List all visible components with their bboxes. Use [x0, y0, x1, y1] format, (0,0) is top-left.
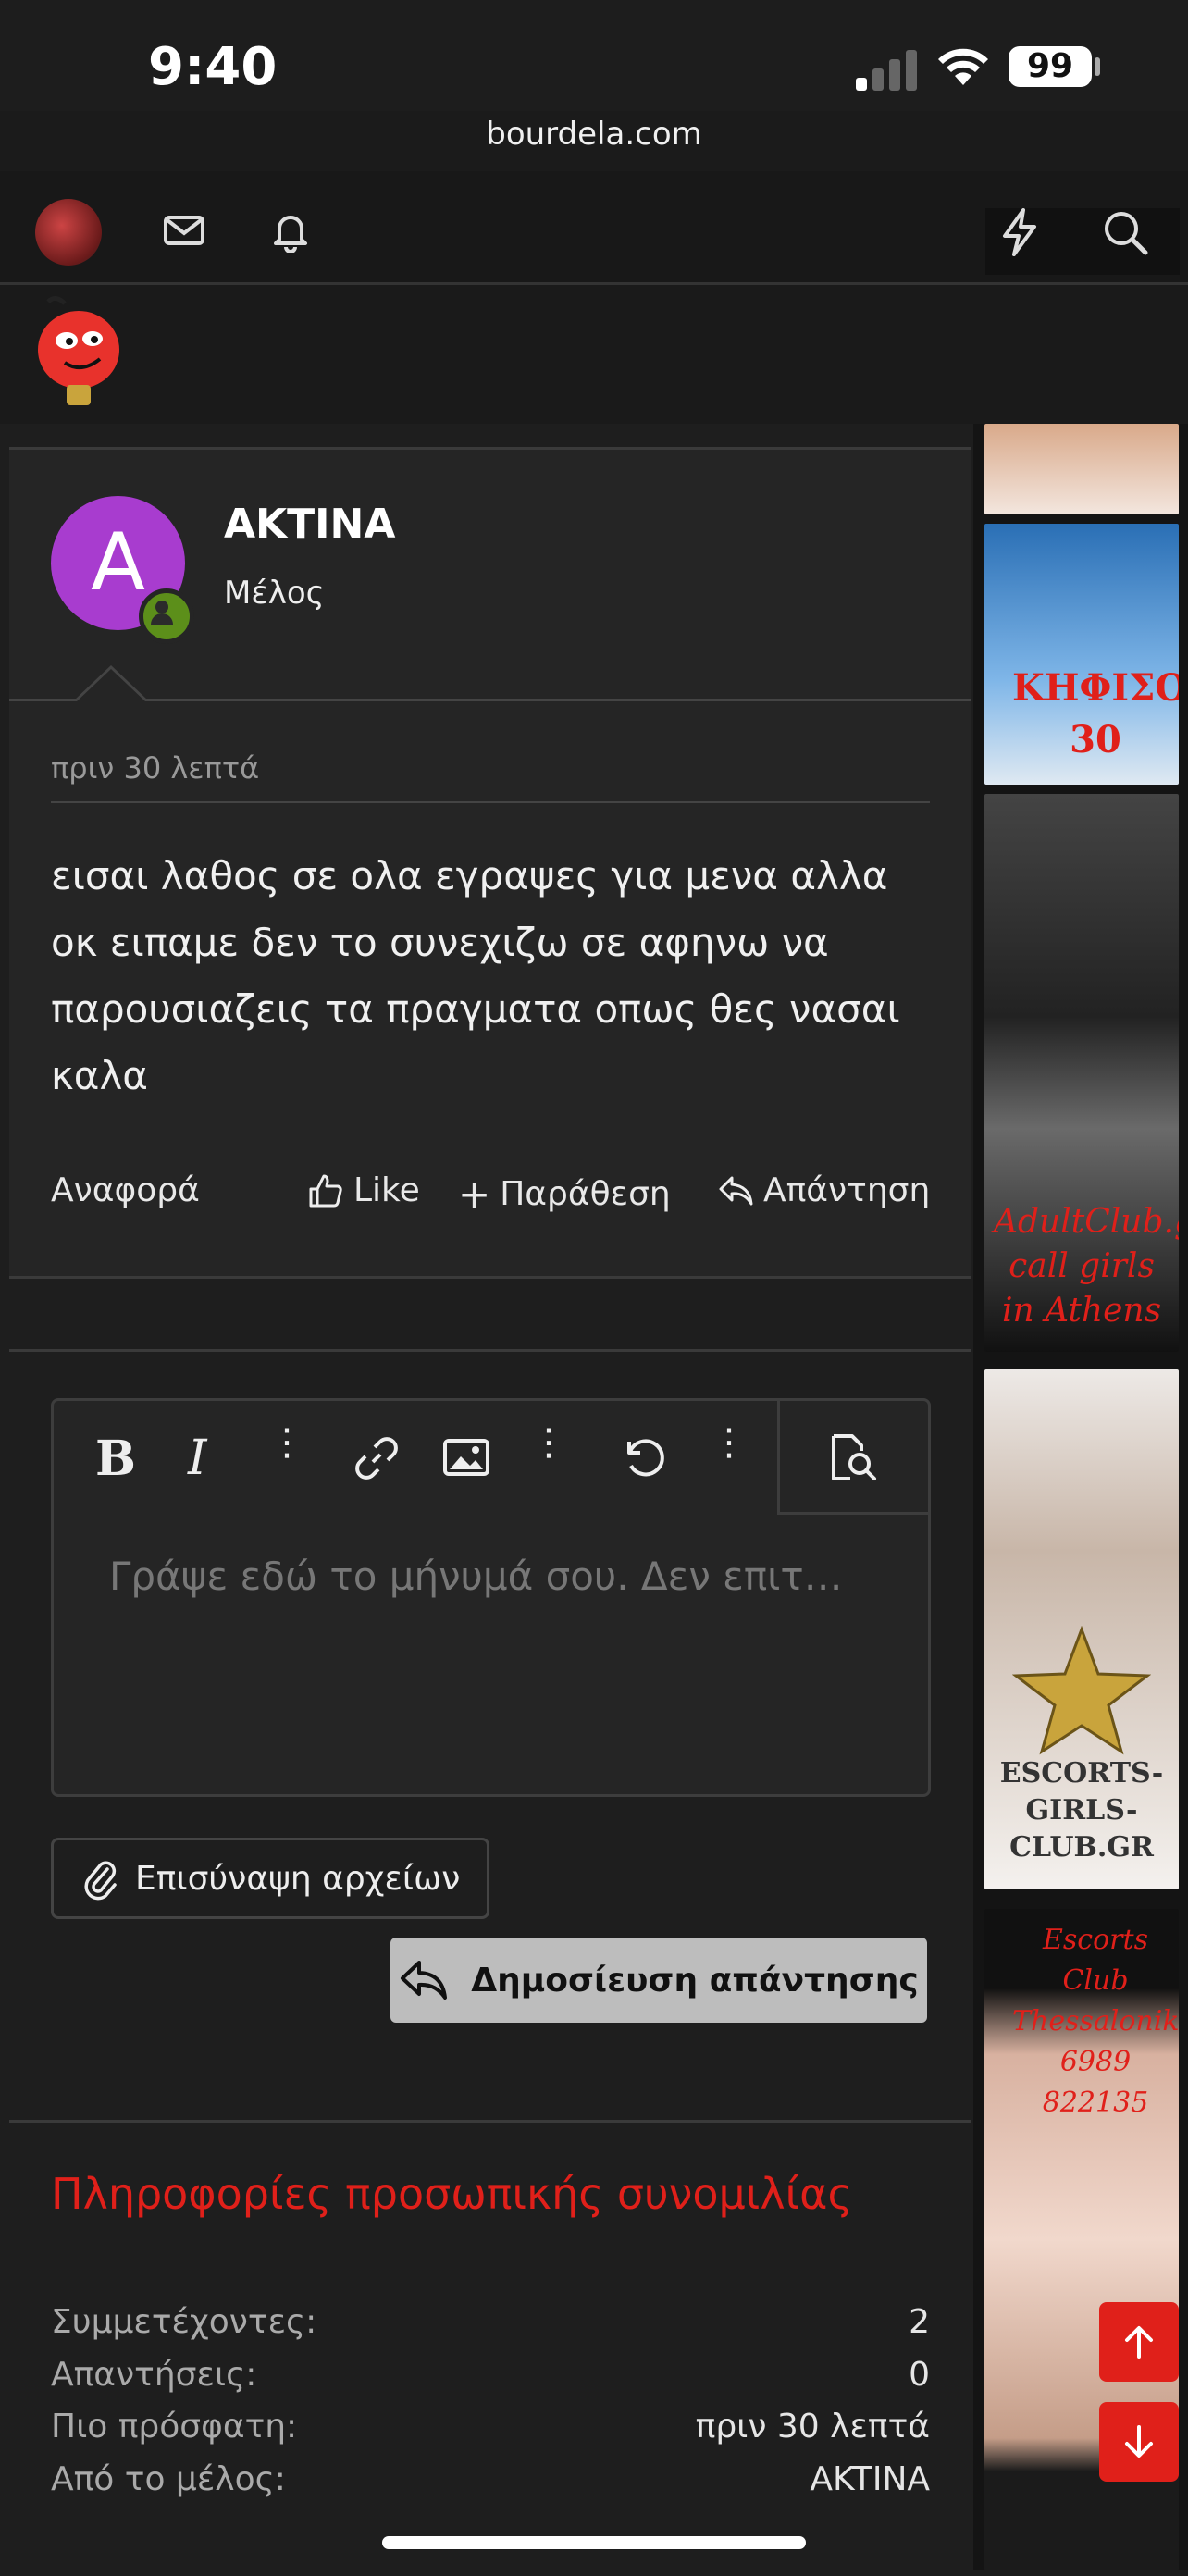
editor-placeholder: Γράψε εδώ το μήνυμά σου. Δεν επιτ… [109, 1554, 843, 1599]
info-label: Από το μέλος: [51, 2460, 286, 2498]
status-time: 9:40 [148, 37, 278, 97]
info-value[interactable]: πριν 30 λεπτά [696, 2408, 930, 2446]
author-name[interactable]: AKTINA [224, 501, 395, 548]
bold-icon[interactable]: B [95, 1430, 136, 1487]
more-insert-options-icon[interactable]: ⋮ [530, 1424, 567, 1461]
battery-tip [1095, 57, 1100, 76]
preview-toggle[interactable] [777, 1401, 931, 1515]
conversation-info: Πληροφορίες προσωπικής συνομιλίας Συμμετ… [9, 2120, 971, 2576]
info-label: Πιο πρόσφατη: [51, 2408, 298, 2446]
message-post: A AKTINA Μέλος πριν 30 λεπτά εισαι λαθος… [9, 447, 971, 1279]
info-row-started-by: Από το μέλος: AKTINA [51, 2460, 930, 2498]
search-icon[interactable] [1101, 208, 1149, 256]
scroll-to-bottom-button[interactable] [1099, 2402, 1179, 2482]
info-label: Συμμετέχοντες: [51, 2303, 317, 2341]
info-value: 2 [909, 2303, 930, 2341]
divider [51, 801, 930, 803]
info-row-latest: Πιο πρόσφατη: πριν 30 λεπτά [51, 2408, 930, 2446]
editor-toolbar: B I ⋮ ⋮ ⋮ [54, 1401, 931, 1515]
forum-top-bar [0, 171, 1188, 285]
ad-banner[interactable]: ΚΗΦΙΣΟΥ 30 [984, 524, 1179, 785]
inbox-icon[interactable] [162, 208, 206, 253]
home-indicator[interactable] [382, 2536, 806, 2549]
quote-button[interactable]: + Παράθεση [458, 1171, 671, 1217]
online-status-icon [139, 588, 194, 644]
italic-icon[interactable]: I [188, 1430, 207, 1486]
bell-icon[interactable] [268, 208, 313, 253]
star-logo [1012, 1626, 1151, 1755]
cellular-signal-icon [856, 46, 921, 91]
thumbs-up-icon [309, 1174, 342, 1207]
attach-files-label: Επισύναψη αρχείων [135, 1859, 461, 1898]
reply-icon [719, 1176, 753, 1205]
report-label: Αναφορά [51, 1171, 200, 1209]
ad-text: Escorts Club Thessaloniki 6989 822135 [1012, 1924, 1179, 2119]
author-role: Μέλος [224, 575, 325, 612]
ad-banner[interactable]: AdultClub.gr call girls in Athens [984, 794, 1179, 1352]
wifi-icon [938, 48, 988, 85]
quote-label: Παράθεση [500, 1175, 671, 1213]
scroll-to-top-button[interactable] [1099, 2302, 1179, 2382]
attach-files-button[interactable]: Επισύναψη αρχείων [51, 1838, 489, 1919]
ad-text: AdultClub.gr call girls in Athens [994, 1203, 1179, 1330]
reply-button[interactable]: Απάντηση [717, 1171, 930, 1209]
message-editor[interactable]: B I ⋮ ⋮ ⋮ Γράψε εδώ το μήνυμά σου. Δεν ε… [51, 1398, 931, 1797]
ad-text: ESCORTS-GIRLS-CLUB.GR [999, 1757, 1164, 1864]
ad-sidebar: ΚΗΦΙΣΟΥ 30 AdultClub.gr call girls in At… [973, 424, 1188, 2570]
post-reply-button[interactable]: Δημοσίευση απάντησης [390, 1938, 927, 2023]
info-value[interactable]: AKTINA [810, 2460, 930, 2498]
arrow-down-icon [1125, 2425, 1153, 2458]
status-bar: 9:40 99 bourdela.com [0, 0, 1188, 153]
site-header [0, 285, 1188, 666]
reply-form: B I ⋮ ⋮ ⋮ Γράψε εδώ το μήνυμά σου. Δεν ε… [9, 1349, 971, 2074]
info-value: 0 [909, 2356, 930, 2394]
reply-icon [401, 1961, 448, 2000]
ad-banner[interactable]: ESCORTS-GIRLS-CLUB.GR [984, 1369, 1179, 1889]
report-link[interactable]: Αναφορά [51, 1171, 200, 1209]
info-label: Απαντήσεις: [51, 2356, 257, 2394]
user-avatar[interactable] [35, 199, 102, 266]
reply-label: Απάντηση [763, 1171, 931, 1209]
preview-icon [832, 1434, 876, 1480]
ad-banner[interactable] [984, 424, 1179, 514]
info-row-replies: Απαντήσεις: 0 [51, 2356, 930, 2394]
post-time[interactable]: πριν 30 λεπτά [51, 750, 259, 786]
battery-indicator: 99 [1009, 46, 1092, 87]
info-row-participants: Συμμετέχοντες: 2 [51, 2303, 930, 2341]
site-logo[interactable] [28, 292, 130, 413]
plus-icon: + [458, 1171, 491, 1217]
link-icon[interactable] [353, 1434, 401, 1482]
main-content: A AKTINA Μέλος πριν 30 λεπτά εισαι λαθος… [0, 424, 973, 2570]
post-reply-label: Δημοσίευση απάντησης [471, 1961, 919, 2000]
like-button[interactable]: Like [307, 1171, 420, 1209]
info-title: Πληροφορίες προσωπικής συνομιλίας [51, 2169, 853, 2219]
paperclip-icon [84, 1861, 117, 1901]
image-icon[interactable] [442, 1436, 490, 1479]
arrow-up-icon [1125, 2326, 1153, 2359]
url-bar[interactable]: bourdela.com [0, 116, 1188, 153]
more-text-options-icon[interactable]: ⋮ [268, 1424, 305, 1461]
ad-text: ΚΗΦΙΣΟΥ 30 [1012, 666, 1179, 762]
like-label: Like [353, 1171, 420, 1209]
divider [9, 699, 971, 701]
more-options-icon[interactable]: ⋮ [711, 1424, 748, 1461]
lightning-icon[interactable] [999, 208, 1040, 256]
post-message: εισαι λαθος σε ολα εγραψες για μενα αλλα… [51, 853, 900, 1098]
undo-icon[interactable] [618, 1432, 668, 1482]
